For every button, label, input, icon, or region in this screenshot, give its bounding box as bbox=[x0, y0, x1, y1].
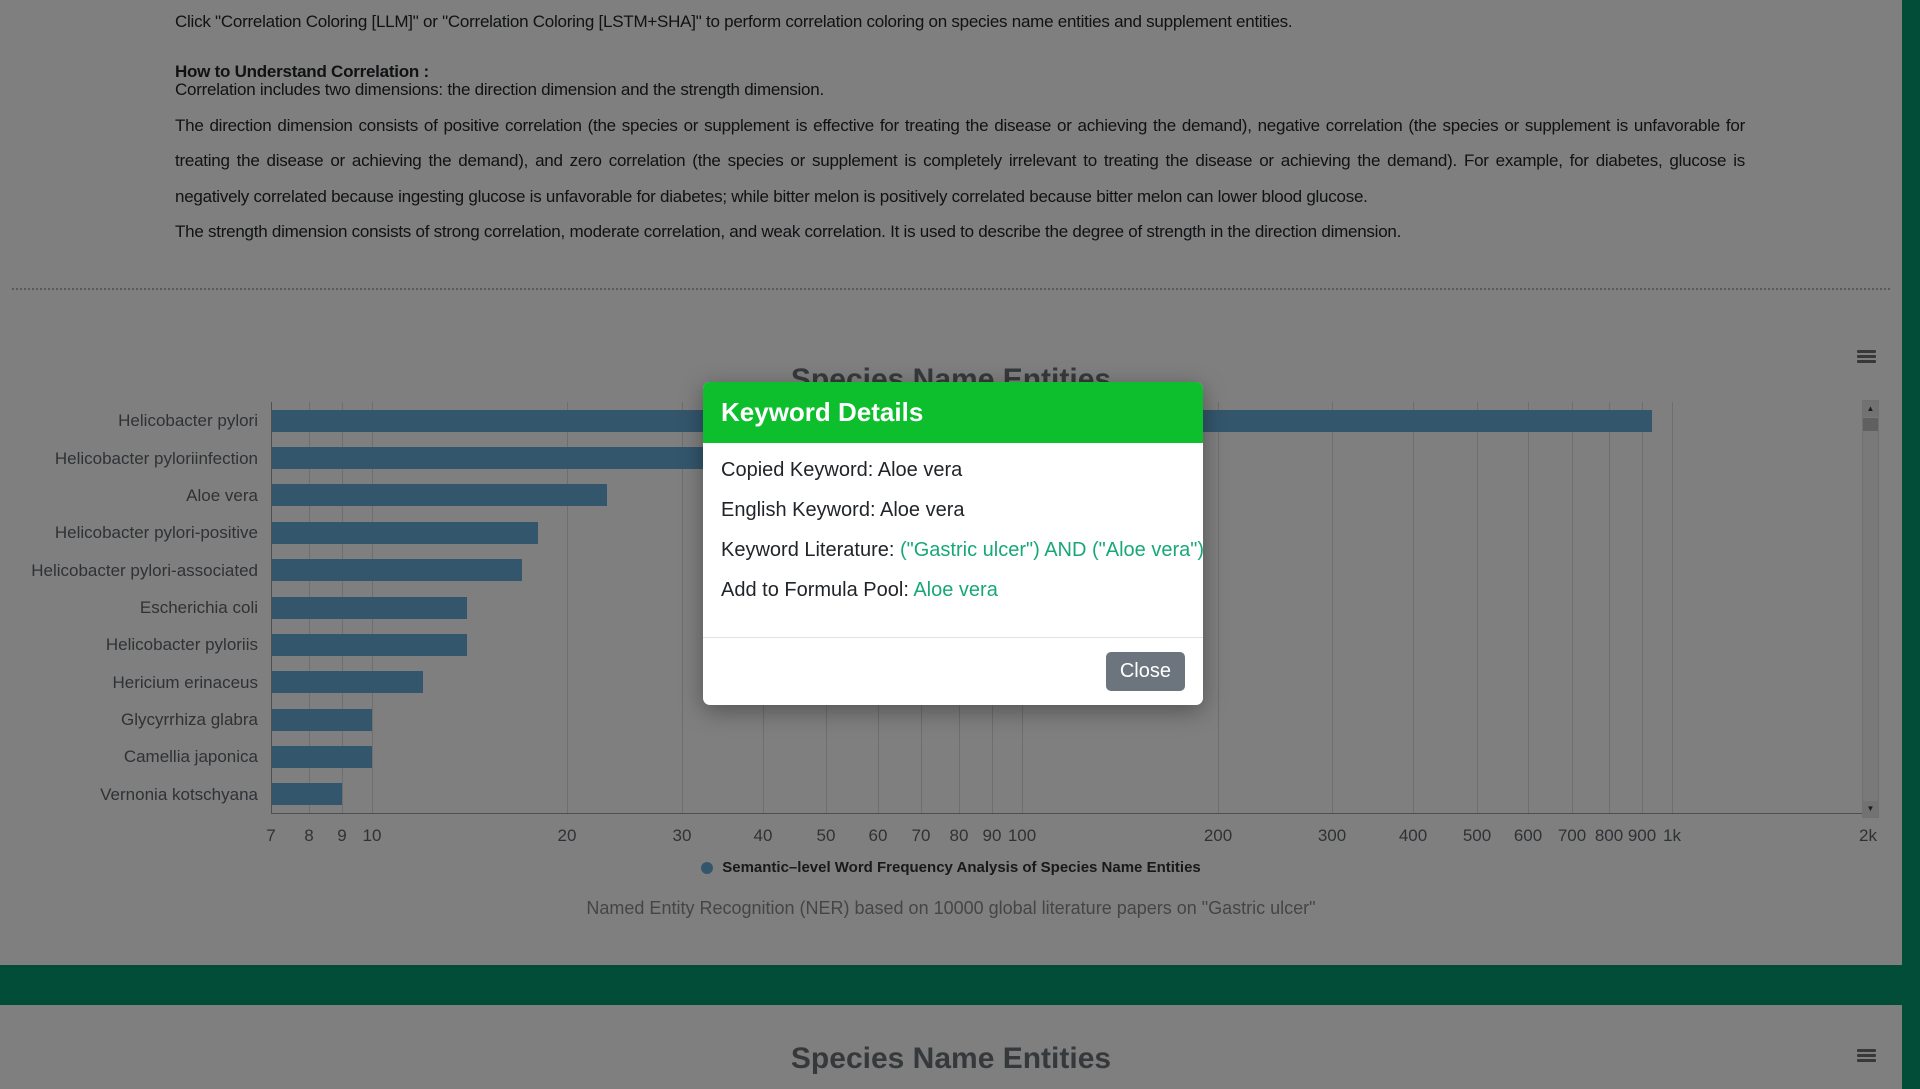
keyword-literature-row: Keyword Literature: ("Gastric ulcer") AN… bbox=[721, 537, 1185, 563]
formula-pool-label: Add to Formula Pool: bbox=[721, 579, 913, 601]
modal-title: Keyword Details bbox=[703, 382, 1203, 443]
keyword-details-modal: Keyword Details Copied Keyword: Aloe ver… bbox=[703, 382, 1203, 705]
copied-keyword-value: Aloe vera bbox=[878, 459, 963, 481]
modal-footer: Close bbox=[703, 637, 1203, 705]
english-keyword-value: Aloe vera bbox=[880, 499, 965, 521]
modal-body: Copied Keyword: Aloe vera English Keywor… bbox=[703, 443, 1203, 637]
keyword-literature-label: Keyword Literature: bbox=[721, 539, 900, 561]
close-button[interactable]: Close bbox=[1106, 652, 1185, 691]
keyword-literature-link[interactable]: ("Gastric ulcer") AND ("Aloe vera") bbox=[900, 539, 1204, 561]
formula-pool-link[interactable]: Aloe vera bbox=[913, 579, 998, 601]
copied-keyword-label: Copied Keyword: bbox=[721, 459, 878, 481]
english-keyword-label: English Keyword: bbox=[721, 499, 880, 521]
copied-keyword-row: Copied Keyword: Aloe vera bbox=[721, 457, 1185, 483]
page: Click "Correlation Coloring [LLM]" or "C… bbox=[0, 0, 1920, 1089]
english-keyword-row: English Keyword: Aloe vera bbox=[721, 497, 1185, 523]
formula-pool-row: Add to Formula Pool: Aloe vera bbox=[721, 577, 1185, 603]
modal-header: Keyword Details bbox=[703, 382, 1203, 443]
